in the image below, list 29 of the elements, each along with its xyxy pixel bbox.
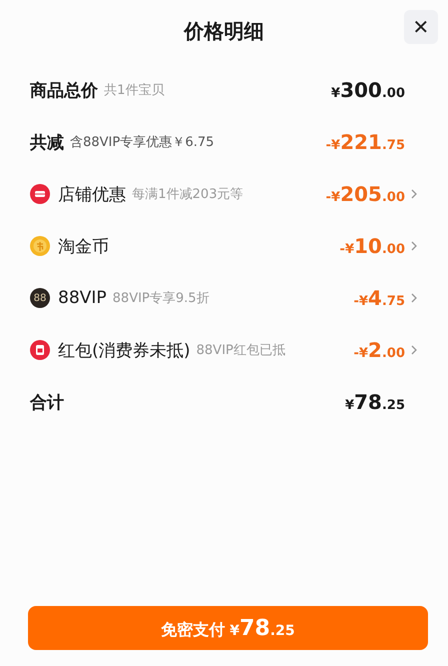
price-amount: -¥221.75 — [326, 130, 405, 154]
sheet-title: 价格明细 — [184, 18, 264, 44]
vip-badge-icon: 88 — [30, 288, 50, 308]
row-note: 每满1件减203元等 — [132, 186, 244, 203]
row-note: 88VIP专享9.5折 — [112, 290, 210, 307]
row-label: 88VIP — [58, 288, 107, 308]
row-label: 共减 — [30, 132, 64, 154]
row-label: 淘金币 — [58, 236, 109, 258]
price-amount: ¥78.25 — [345, 390, 405, 414]
price-amount: -¥10.00 — [340, 234, 405, 258]
close-button[interactable]: ✕ — [404, 10, 438, 44]
price-amount: -¥4.75 — [354, 286, 405, 310]
chevron-icon[interactable] — [410, 344, 418, 356]
row-note: 88VIP红包已抵 — [196, 342, 286, 359]
row-note: 共1件宝贝 — [104, 82, 164, 99]
chevron-icon[interactable] — [410, 188, 418, 200]
envelope-icon — [30, 340, 50, 360]
row-label: 商品总价 — [30, 80, 98, 102]
chevron-icon[interactable] — [410, 240, 418, 252]
coin-icon — [30, 236, 50, 256]
row-label: 红包(消费券未抵) — [58, 340, 190, 362]
row-label: 店铺优惠 — [58, 184, 126, 206]
chevron-icon[interactable] — [410, 292, 418, 304]
price-amount: -¥2.00 — [354, 338, 405, 362]
row-note: 含88VIP专享优惠￥6.75 — [70, 134, 214, 151]
row-label: 合计 — [30, 392, 64, 414]
price-amount: -¥205.00 — [326, 182, 405, 206]
price-amount: ¥300.00 — [331, 78, 405, 102]
shop-icon — [30, 184, 50, 204]
